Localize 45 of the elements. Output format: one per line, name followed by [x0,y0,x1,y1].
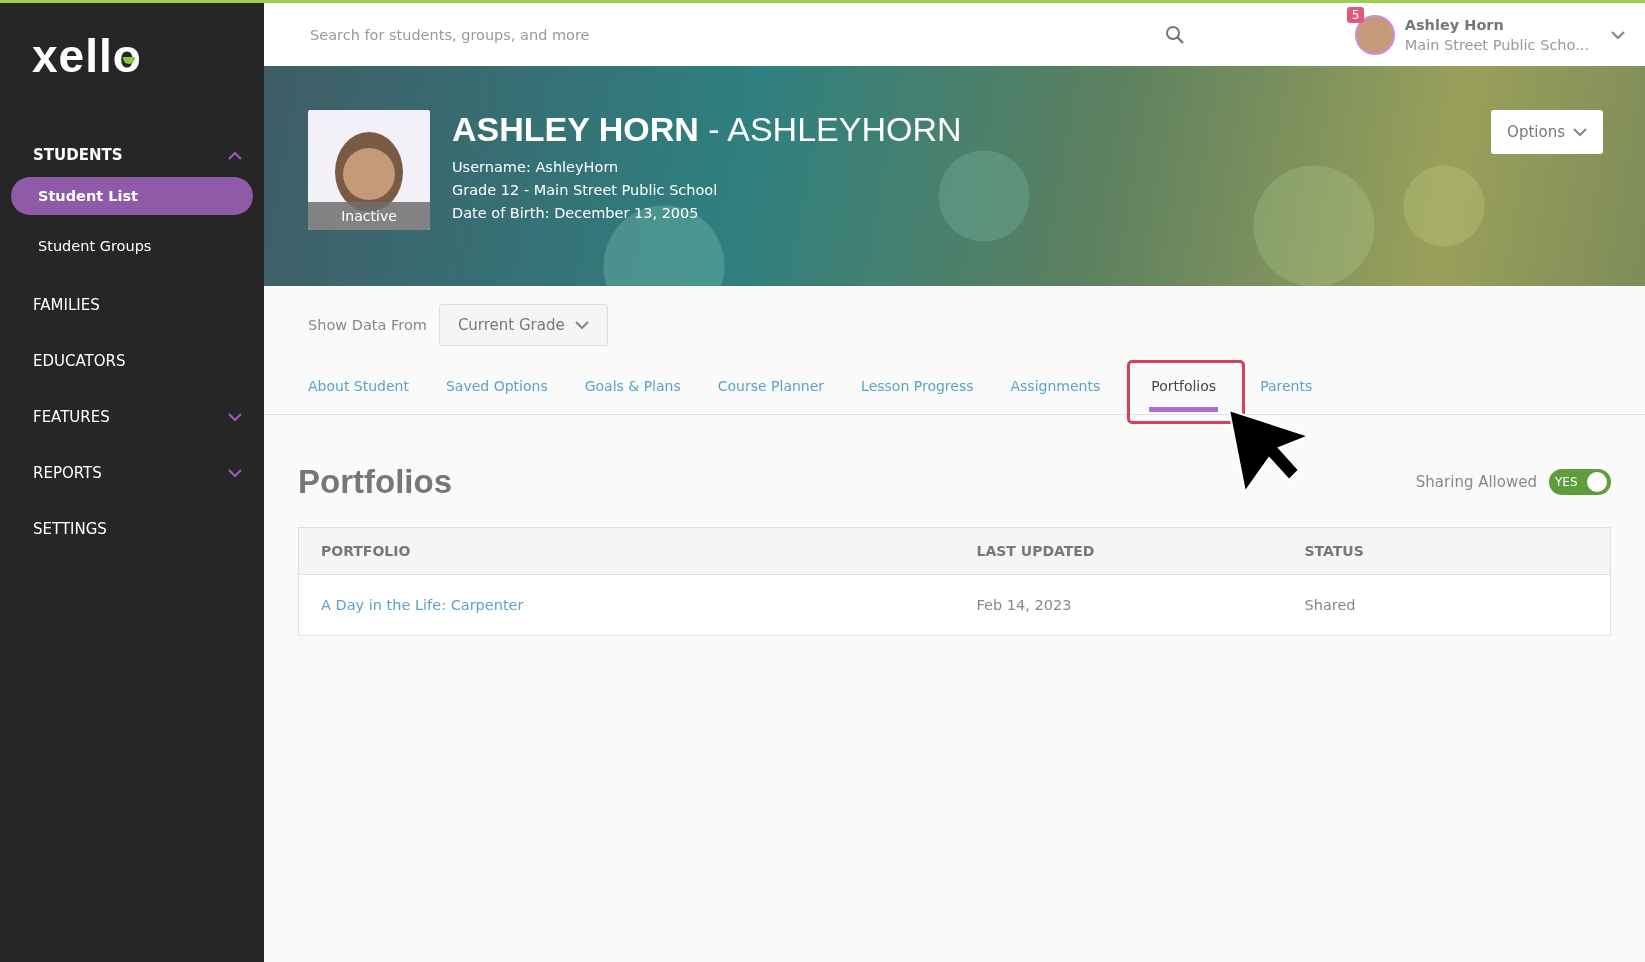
portfolio-link[interactable]: A Day in the Life: Carpenter [321,597,524,613]
user-name: Ashley Horn [1404,16,1505,33]
nav-item[interactable]: Student List [11,177,253,215]
logo: xello [32,33,142,79]
tab-underline [1149,407,1219,412]
tab[interactable]: Saved Options [435,360,558,414]
student-name: ASHLEY HORN - ASHLEYHORN [452,112,963,146]
notification-badge: 5 [1346,6,1365,23]
student-detail: Date of Birth: December 13, 2005 [452,204,700,223]
tab[interactable]: Assignments [1000,360,1111,414]
caret-icon [228,468,242,478]
grade-dropdown[interactable]: Current Grade [438,304,608,346]
nav-section[interactable]: EDUCATORS [0,341,264,381]
tab[interactable]: Parents [1250,360,1323,414]
caret-icon [228,412,242,422]
nav-section[interactable]: FAMILIES [0,285,264,325]
tab[interactable]: Lesson Progress [851,360,984,414]
nav-section[interactable]: REPORTS [0,453,264,493]
table-cell: Shared [1304,597,1356,613]
caret-icon [228,150,242,160]
search-field[interactable]: Search for students, groups, and more [308,25,1165,44]
sharing-toggle[interactable]: YES [1549,469,1611,495]
user-school: Main Street Public Scho... [1404,36,1589,53]
dropdown-icon [1611,31,1625,40]
sharing-label: Sharing Allowed [1415,473,1537,491]
options-button[interactable]: Options [1491,110,1603,154]
tab[interactable]: Goals & Plans [574,360,691,414]
tab[interactable]: About Student [298,360,419,414]
caret-icon [1573,127,1587,137]
nav-section[interactable]: FEATURES [0,397,264,437]
status-label: Inactive [308,202,430,230]
nav-section[interactable]: SETTINGS [0,509,264,549]
student-detail: Grade 12 - Main Street Public School [452,181,719,200]
caret-icon [574,320,589,330]
table-cell: Feb 14, 2023 [976,597,1072,613]
filter-label: Show Data From [308,317,427,333]
column-header: LAST UPDATED [954,527,1283,575]
nav-item[interactable]: Student Groups [11,227,253,265]
student-detail: Username: AshleyHorn [452,158,620,177]
nav-section[interactable]: STUDENTS [0,135,264,175]
search-icon[interactable] [1164,24,1185,45]
section-title: Portfolios [298,463,452,501]
column-header: PORTFOLIO [298,527,955,575]
tab[interactable]: Course Planner [707,360,835,414]
column-header: STATUS [1282,527,1611,575]
